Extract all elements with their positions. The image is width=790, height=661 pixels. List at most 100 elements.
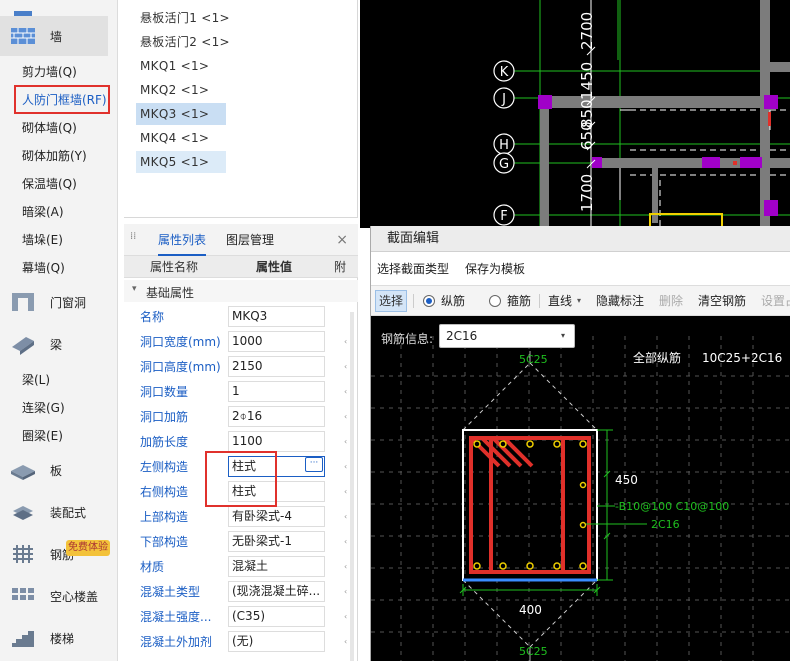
sidebar-item-insulation-wall[interactable]: 保温墙(Q) bbox=[22, 173, 77, 195]
menu-select-section-type[interactable]: 选择截面类型 bbox=[377, 252, 449, 286]
longitudinal-label[interactable]: 纵筋 bbox=[441, 286, 465, 316]
sidebar-category-prefab[interactable]: 装配式 bbox=[0, 492, 108, 532]
sidebar-item-beam[interactable]: 梁(L) bbox=[22, 369, 50, 391]
toolbar-separator bbox=[413, 294, 414, 308]
stirrup-radio[interactable] bbox=[489, 295, 501, 307]
sidebar-item-masonry-rebar[interactable]: 砌体加筋(Y) bbox=[22, 145, 87, 167]
list-item-selected[interactable]: MKQ3 <1> bbox=[136, 103, 226, 125]
longitudinal-radio[interactable] bbox=[423, 295, 435, 307]
line-tool-button[interactable]: 直线 bbox=[548, 286, 572, 316]
cad-dim-text: 1450 bbox=[578, 62, 596, 100]
sidebar-item-hidden-beam[interactable]: 暗梁(A) bbox=[22, 201, 64, 223]
sidebar-category-hollow-slab[interactable]: 空心楼盖 bbox=[0, 576, 108, 616]
prop-value[interactable]: 1100 bbox=[228, 431, 325, 452]
beam-icon bbox=[10, 333, 36, 355]
side-rebar-text: 2C16 bbox=[651, 518, 680, 531]
row-expand-icon[interactable]: ‹ bbox=[344, 562, 347, 571]
stirrup-label[interactable]: 箍筋 bbox=[507, 286, 531, 316]
prop-name: 洞口高度(mm) bbox=[140, 360, 221, 374]
sidebar-category-slab[interactable]: 板 bbox=[0, 450, 108, 490]
prop-value[interactable]: 2⌽16 bbox=[228, 406, 325, 427]
prop-row-height: 洞口高度(mm) 2150 ‹ bbox=[124, 354, 358, 379]
drag-grip-icon[interactable]: ⁞⁞ bbox=[130, 232, 138, 246]
prop-value[interactable]: 2150 bbox=[228, 356, 325, 377]
rebar-info-select[interactable]: 2C16 bbox=[439, 324, 575, 348]
prop-value[interactable]: (C35) bbox=[228, 606, 325, 627]
sidebar-item-shear-wall[interactable]: 剪力墙(Q) bbox=[22, 61, 77, 83]
prop-value[interactable]: MKQ3 bbox=[228, 306, 325, 327]
chevron-down-icon[interactable]: ▾ bbox=[577, 286, 581, 316]
row-expand-icon[interactable]: ‹ bbox=[344, 612, 347, 621]
width-dimension-text: 400 bbox=[519, 603, 542, 617]
sidebar-item-masonry-wall[interactable]: 砌体墙(Q) bbox=[22, 117, 77, 139]
row-expand-icon[interactable]: ‹ bbox=[344, 437, 347, 446]
row-expand-icon[interactable]: ‹ bbox=[344, 537, 347, 546]
sidebar-category-beam[interactable]: 梁 bbox=[0, 324, 108, 364]
row-expand-icon[interactable]: ‹ bbox=[344, 587, 347, 596]
set-button[interactable]: 设置占 bbox=[761, 286, 790, 316]
clear-rebar-button[interactable]: 清空钢筋 bbox=[698, 286, 746, 316]
hide-dimension-button[interactable]: 隐藏标注 bbox=[596, 286, 644, 316]
more-options-button[interactable]: ··· bbox=[305, 457, 323, 472]
prefab-icon bbox=[10, 501, 36, 523]
chevron-down-icon[interactable]: ▾ bbox=[561, 324, 565, 348]
tab-property-list[interactable]: 属性列表 bbox=[158, 224, 207, 256]
sidebar-category-stairs[interactable]: 楼梯 bbox=[0, 618, 108, 658]
sidebar-category-wall[interactable]: 墙 bbox=[0, 16, 108, 56]
prop-row-width: 洞口宽度(mm) 1000 ‹ bbox=[124, 329, 358, 354]
cad-plan-view[interactable]: 2700 1450 850 650 1700 K J H G F bbox=[360, 0, 790, 228]
prop-name: 右侧构造 bbox=[140, 485, 189, 499]
section-basic-props[interactable]: ▾ 基础属性 bbox=[124, 280, 358, 302]
prop-name: 下部构造 bbox=[140, 535, 189, 549]
prop-value[interactable]: 1000 bbox=[228, 331, 325, 352]
row-expand-icon[interactable]: ‹ bbox=[344, 512, 347, 521]
prop-row-bottom-structure: 下部构造 无卧梁式-1 ‹ bbox=[124, 529, 358, 554]
delete-button[interactable]: 删除 bbox=[659, 286, 683, 316]
prop-value[interactable]: 1 bbox=[228, 381, 325, 402]
axis-label: K bbox=[500, 65, 509, 80]
property-scrollbar[interactable] bbox=[350, 312, 354, 661]
close-icon[interactable]: × bbox=[336, 232, 348, 248]
list-item[interactable]: MKQ1 <1> bbox=[136, 55, 213, 77]
list-item[interactable]: MKQ5 <1> bbox=[136, 151, 226, 173]
prop-name: 上部构造 bbox=[140, 510, 189, 524]
section-canvas[interactable]: 5C25 5C25 -B10@100 C10@100 2C16 450 400 … bbox=[371, 316, 790, 661]
sidebar-item-wall-pier[interactable]: 墙垛(E) bbox=[22, 229, 63, 251]
list-item[interactable]: 悬板活门2 <1> bbox=[136, 31, 234, 53]
sidebar-category-door-window[interactable]: 门窗洞 bbox=[0, 282, 108, 322]
sidebar-item-coupling-beam[interactable]: 连梁(G) bbox=[22, 397, 65, 419]
prop-value[interactable]: (无) bbox=[228, 631, 325, 652]
sidebar-item-ring-beam[interactable]: 圈梁(E) bbox=[22, 425, 63, 447]
row-expand-icon[interactable]: ‹ bbox=[344, 362, 347, 371]
menu-save-template[interactable]: 保存为模板 bbox=[465, 252, 525, 286]
door-window-icon bbox=[10, 291, 36, 313]
row-expand-icon[interactable]: ‹ bbox=[344, 412, 347, 421]
prop-value[interactable]: 有卧梁式-4 bbox=[228, 506, 325, 527]
list-item[interactable]: MKQ4 <1> bbox=[136, 127, 213, 149]
row-expand-icon[interactable]: ‹ bbox=[344, 387, 347, 396]
collapse-triangle-icon[interactable]: ▾ bbox=[132, 284, 137, 294]
prop-row-material: 材质 混凝土 ‹ bbox=[124, 554, 358, 579]
wall-label: 墙 bbox=[50, 29, 63, 44]
prop-name: 洞口数量 bbox=[140, 385, 189, 399]
row-expand-icon[interactable]: ‹ bbox=[344, 487, 347, 496]
sidebar-item-curtain-wall[interactable]: 幕墙(Q) bbox=[22, 257, 65, 279]
rf-wall-highlight-box bbox=[14, 85, 110, 114]
row-expand-icon[interactable]: ‹ bbox=[344, 462, 347, 471]
prop-value[interactable]: 无卧梁式-1 bbox=[228, 531, 325, 552]
dialog-title[interactable]: 截面编辑 bbox=[371, 226, 790, 252]
free-trial-badge[interactable]: 免费体验 bbox=[66, 540, 110, 556]
prop-name: 名称 bbox=[140, 310, 165, 324]
select-tool-button[interactable]: 选择 bbox=[375, 290, 407, 312]
prop-value[interactable]: (现浇混凝土碎... bbox=[228, 581, 325, 602]
tab-layer-management[interactable]: 图层管理 bbox=[226, 224, 274, 256]
list-item[interactable]: 悬板活门1 <1> bbox=[136, 7, 234, 29]
prop-name: 洞口加筋 bbox=[140, 410, 189, 424]
col-header-extra: 附 bbox=[334, 260, 347, 274]
list-item[interactable]: MKQ2 <1> bbox=[136, 79, 213, 101]
rebar-mesh-icon bbox=[10, 543, 36, 565]
prop-value[interactable]: 混凝土 bbox=[228, 556, 325, 577]
row-expand-icon[interactable]: ‹ bbox=[344, 337, 347, 346]
prop-row-count: 洞口数量 1 ‹ bbox=[124, 379, 358, 404]
row-expand-icon[interactable]: ‹ bbox=[344, 637, 347, 646]
